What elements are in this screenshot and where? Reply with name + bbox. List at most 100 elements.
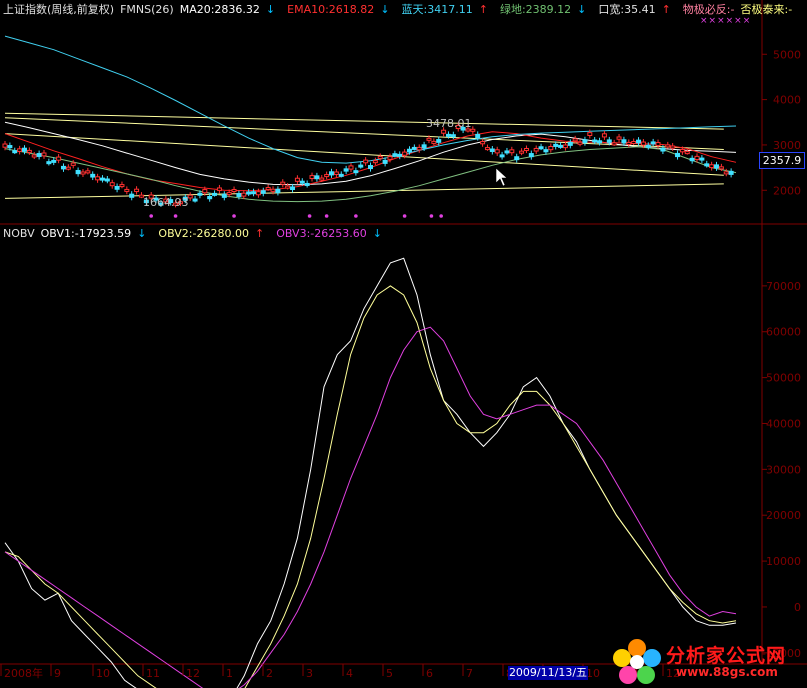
down-arrow-icon: ↓ <box>577 3 587 16</box>
up-arrow-icon: ↑ <box>661 3 671 16</box>
high-annotation: 3478.01 <box>426 117 472 130</box>
obv3-value: OBV3:-26253.60 <box>276 227 367 240</box>
candle-body <box>450 134 456 138</box>
watermark-url: www.88gs.com <box>676 665 778 679</box>
candle-body <box>699 157 705 161</box>
candle-body <box>436 139 442 143</box>
ema10-value: EMA10:2618.82 <box>287 3 375 16</box>
time-label: 2 <box>266 667 273 680</box>
pitai-value: 否极泰来:- <box>740 3 793 16</box>
candle-body <box>484 147 490 151</box>
obv-tick-label: 30000 <box>766 463 801 476</box>
pitai-marks: ×××××× <box>700 16 752 26</box>
candle-body <box>85 170 91 174</box>
candle-body <box>567 141 573 146</box>
time-label: 11 <box>146 667 160 680</box>
up-arrow-icon: ↑ <box>478 3 488 16</box>
candle-body <box>684 151 690 155</box>
candle-body <box>689 157 695 162</box>
price-tick-label: 5000 <box>773 48 801 61</box>
candle-body <box>392 153 398 157</box>
candle-body <box>704 163 710 167</box>
time-label: 12 <box>186 667 200 680</box>
candle-body <box>129 193 135 198</box>
candle-body <box>60 165 66 170</box>
candle-body <box>621 139 627 144</box>
candle-body <box>216 187 222 191</box>
candle-body <box>631 140 637 144</box>
candle-body <box>90 173 96 178</box>
low-annotation: 1664.93 <box>143 196 189 209</box>
candle-body <box>509 149 515 154</box>
lvdi-value: 绿地:2389.12 <box>499 3 572 16</box>
signal-dot <box>429 214 434 218</box>
candle-body <box>202 189 208 194</box>
candle-body <box>548 145 554 151</box>
chart-canvas: 2000300040005000 -1000001000020000300004… <box>0 0 807 688</box>
candle-body <box>260 190 266 194</box>
candle-body <box>280 181 286 185</box>
time-label: 10 <box>586 667 600 680</box>
candle-body <box>56 156 62 161</box>
candle-body <box>290 186 296 191</box>
indicator-name: FMNS(26) <box>120 3 174 16</box>
candle-body <box>533 147 539 152</box>
candle-body <box>109 182 115 187</box>
candle-body <box>12 150 18 154</box>
candle-body <box>104 178 110 182</box>
candle-body <box>70 162 76 166</box>
candle-body <box>338 173 344 177</box>
index-title: 上证指数(周线,前复权) <box>3 3 115 16</box>
candle-body <box>504 150 510 154</box>
watermark-logo: 分析家公式网 www.88gs.com <box>610 638 805 684</box>
candle-body <box>207 195 213 200</box>
candle-body <box>348 165 354 170</box>
candle-body <box>251 191 257 195</box>
candle-body <box>358 164 364 168</box>
time-label: 7 <box>466 667 473 680</box>
price-tick-label: 2000 <box>773 184 801 197</box>
candle-body <box>372 160 378 164</box>
signal-dot <box>402 214 407 218</box>
candle-body <box>363 159 369 164</box>
candle-body <box>709 164 715 169</box>
candle-body <box>723 171 729 175</box>
obv-header: NOBV OBV1:-17923.59 ↓ OBV2:-26280.00 ↑ OBV3:-… <box>3 227 394 241</box>
candle-body <box>528 153 534 158</box>
candle-body <box>562 144 568 149</box>
signal-dot <box>149 214 153 218</box>
candle-body <box>21 147 27 152</box>
signal-dot <box>173 214 178 218</box>
signal-dot <box>324 214 329 218</box>
price-tick-label: 3000 <box>773 139 801 152</box>
candle-body <box>489 148 495 153</box>
candle-body <box>553 143 559 147</box>
candle-body <box>65 166 71 170</box>
candle-body <box>660 147 666 152</box>
candle-body <box>402 151 408 156</box>
candle-body <box>670 145 676 149</box>
time-label: 5 <box>386 667 393 680</box>
candle-body <box>543 149 549 153</box>
down-arrow-icon: ↓ <box>265 3 276 16</box>
obv-name: NOBV <box>3 227 35 240</box>
candle-body <box>114 185 120 190</box>
obv-tick-label: 50000 <box>766 372 801 385</box>
candle-body <box>679 148 685 153</box>
candle-body <box>270 188 276 192</box>
candle-body <box>626 141 632 145</box>
candle-body <box>241 192 247 197</box>
candle-body <box>397 153 403 157</box>
candle-body <box>299 180 305 184</box>
obv2-value: OBV2:-26280.00 <box>158 227 249 240</box>
lantian-value: 蓝天:3417.11 <box>401 3 473 16</box>
candle-body <box>431 140 437 144</box>
time-label: 4 <box>346 667 353 680</box>
time-label: 9 <box>54 667 61 680</box>
candle-body <box>294 177 300 182</box>
down-arrow-icon: ↓ <box>380 3 390 16</box>
candle-body <box>406 148 412 153</box>
candle-body <box>119 184 125 188</box>
signal-dot <box>439 214 443 218</box>
candle-body <box>665 144 671 148</box>
